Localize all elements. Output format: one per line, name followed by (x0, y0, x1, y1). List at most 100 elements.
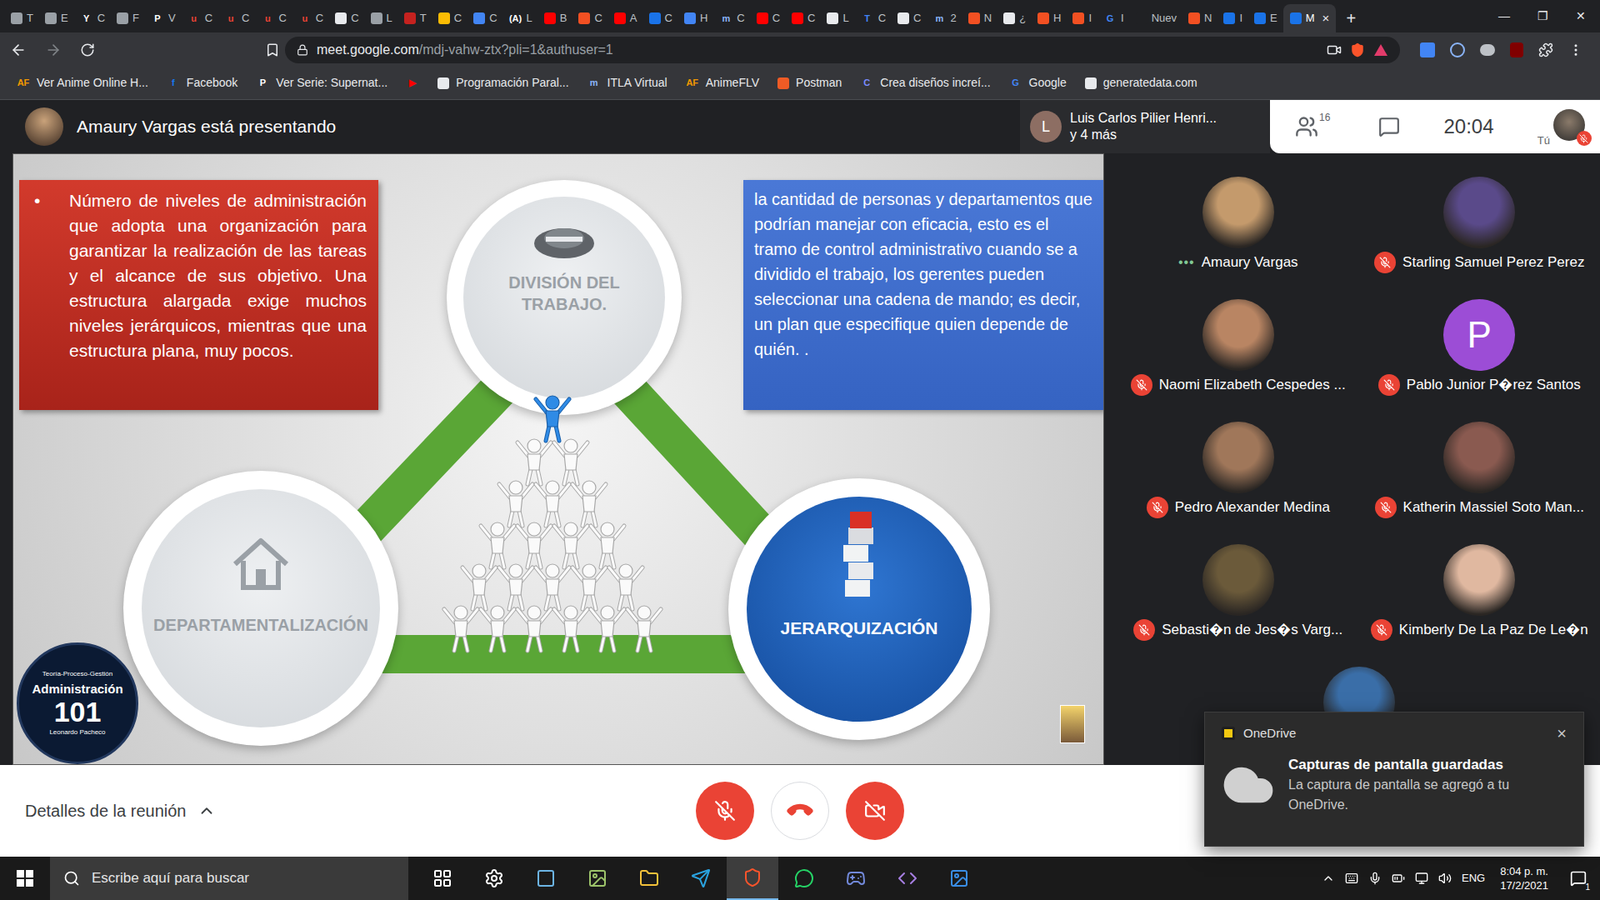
taskbar-app[interactable] (675, 856, 727, 900)
browser-tab[interactable]: I (1217, 4, 1249, 33)
browser-tab[interactable]: I (1066, 4, 1098, 33)
browser-tab[interactable]: TC (855, 4, 892, 33)
browser-tab[interactable]: N (962, 4, 998, 33)
taskbar-app[interactable] (468, 856, 520, 900)
volume-icon[interactable] (1438, 871, 1452, 885)
participant-tile[interactable]: Sebasti�n de Jes�s Varg... (1117, 520, 1360, 644)
camera-button[interactable] (845, 781, 905, 840)
bookmark-item[interactable]: Programación Paral... (437, 74, 569, 92)
browser-tab[interactable]: E (1248, 4, 1284, 33)
camera-in-use-icon[interactable] (1326, 42, 1342, 58)
participant-tile[interactable]: Katherin Massiel Soto Man... (1359, 398, 1600, 521)
bookmark-item[interactable]: fFacebook (166, 74, 238, 92)
browser-menu-icon[interactable] (1568, 42, 1584, 58)
browser-tab[interactable]: L (365, 4, 399, 33)
extension-circle-icon[interactable] (1450, 42, 1465, 58)
bookmark-item[interactable]: AFAnimeFLV (685, 74, 760, 92)
taskbar-app[interactable] (623, 856, 675, 900)
browser-tab[interactable]: L (820, 4, 855, 33)
window-control-button[interactable]: — (1485, 0, 1524, 33)
taskbar-app[interactable] (726, 856, 779, 900)
ublock-extension-icon[interactable] (1510, 42, 1524, 58)
extensions-puzzle-icon[interactable] (1538, 42, 1554, 58)
browser-tab[interactable]: YC (74, 4, 111, 33)
bookmark-item[interactable]: Postman (777, 74, 842, 92)
browser-tab[interactable]: (A)L (503, 4, 539, 33)
microphone-icon[interactable] (1368, 871, 1382, 885)
omnibox[interactable]: meet.google.com/mdj-vahw-ztx?pli=1&authu… (285, 36, 1400, 64)
taskbar-search[interactable]: Escribe aquí para buscar (50, 856, 409, 900)
onedrive-toast[interactable]: OneDrive×Capturas de pantalla guardadasL… (1204, 711, 1585, 847)
browser-tab[interactable]: ¿ (997, 4, 1032, 33)
browser-tab[interactable]: T (398, 4, 433, 33)
extension-icon[interactable] (1480, 44, 1495, 56)
browser-tab[interactable]: C (785, 4, 821, 33)
browser-tab[interactable]: C (329, 4, 365, 33)
browser-tab[interactable]: uC (181, 4, 219, 33)
browser-tab[interactable]: H (1031, 4, 1067, 33)
start-button[interactable] (0, 856, 50, 900)
bookmark-item[interactable]: AFVer Anime Online H... (16, 74, 149, 92)
taskbar-app[interactable] (520, 856, 572, 900)
participant-tile[interactable]: Naomi Elizabeth Cespedes ... (1117, 275, 1360, 399)
translate-extension-icon[interactable] (1420, 42, 1435, 58)
language-indicator[interactable]: ENG (1461, 870, 1485, 887)
browser-tab[interactable]: T (5, 4, 40, 33)
taskbar-app[interactable] (933, 856, 985, 900)
browser-tab[interactable]: C (572, 4, 608, 33)
self-tile[interactable]: Tú (1537, 105, 1585, 148)
taskbar-app[interactable] (571, 856, 624, 900)
browser-tab[interactable]: F (110, 4, 145, 33)
browser-tab[interactable]: C (643, 4, 679, 33)
forward-icon[interactable] (45, 41, 62, 59)
bookmark-item[interactable]: ▶ (405, 76, 420, 90)
chat-icon[interactable] (1378, 115, 1400, 138)
microphone-button[interactable] (695, 781, 755, 840)
toast-close-button[interactable]: × (1556, 725, 1567, 742)
tab-close-button[interactable]: × (1322, 9, 1330, 29)
participant-tile[interactable]: PPablo Junior P�rez Santos (1359, 275, 1600, 399)
browser-tab[interactable]: uC (218, 4, 255, 33)
browser-tab[interactable]: mC (713, 4, 750, 33)
participant-tile[interactable]: Pedro Alexander Medina (1117, 398, 1360, 521)
bookmark-item[interactable]: mITLA Virtual (587, 74, 668, 92)
taskbar-app[interactable] (830, 856, 882, 900)
browser-tab[interactable]: C (750, 4, 786, 33)
back-icon[interactable] (10, 41, 27, 59)
other-participants-chip[interactable]: LLuis Carlos Pilier Henri...y 4 más (1020, 100, 1270, 154)
taskbar-app[interactable] (881, 856, 934, 900)
tray-overflow-icon[interactable] (1321, 871, 1335, 885)
browser-tab[interactable]: uC (255, 4, 292, 33)
browser-tab[interactable]: C (432, 4, 468, 33)
browser-tab[interactable]: uC (292, 4, 330, 33)
browser-tab[interactable]: m2 (927, 4, 963, 33)
browser-tab[interactable]: M× (1283, 4, 1337, 33)
taskbar-app[interactable] (778, 856, 830, 900)
battery-icon[interactable] (1391, 871, 1405, 885)
browser-tab[interactable]: E (39, 4, 75, 33)
browser-tab[interactable]: B (538, 4, 574, 33)
browser-tab[interactable]: GI (1097, 4, 1130, 33)
browser-tab[interactable]: N (1182, 4, 1218, 33)
keyboard-icon[interactable] (1345, 871, 1359, 885)
browser-tab[interactable]: A (608, 4, 644, 33)
bookmark-item[interactable]: generatedata.com (1085, 74, 1198, 92)
clock[interactable]: 8:04 p. m.17/2/2021 (1495, 864, 1554, 893)
browser-tab[interactable]: PV (145, 4, 182, 33)
brave-shield-icon[interactable] (1350, 42, 1365, 58)
browser-tab[interactable]: C (467, 4, 503, 33)
browser-tab[interactable]: Nuev (1130, 4, 1183, 33)
taskbar-app[interactable] (416, 856, 469, 900)
new-tab-button[interactable]: + (1335, 4, 1366, 33)
participant-tile[interactable]: Starling Samuel Perez Perez (1359, 153, 1600, 276)
participant-tile[interactable]: Kimberly De La Paz De Le�n (1359, 520, 1600, 644)
bookmark-item[interactable]: GGoogle (1009, 74, 1067, 92)
window-control-button[interactable]: ✕ (1561, 0, 1600, 33)
window-control-button[interactable]: ❐ (1523, 0, 1562, 33)
reload-icon[interactable] (80, 42, 95, 58)
leave-call-button[interactable] (770, 781, 830, 840)
network-icon[interactable] (1415, 871, 1429, 885)
bookmark-item[interactable]: CCrea diseños increí... (860, 74, 990, 92)
participants-button[interactable]: 16 (1295, 113, 1335, 140)
notification-center-button[interactable]: 1 (1563, 863, 1594, 894)
